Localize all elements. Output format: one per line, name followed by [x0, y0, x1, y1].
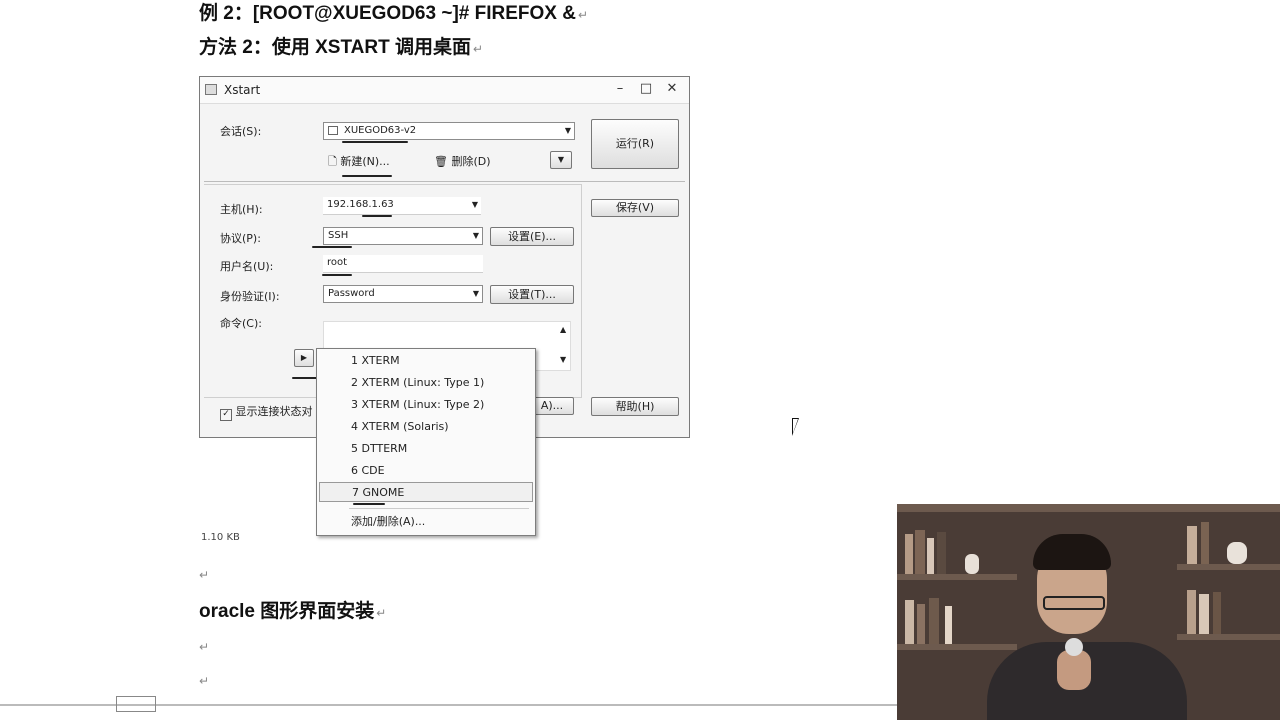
username-value: root — [327, 257, 348, 268]
play-icon: ▶ — [300, 353, 308, 362]
protocol-value: SSH — [328, 230, 349, 241]
menu-item-dtterm[interactable]: 5 DTTERM — [319, 439, 533, 459]
hidden-button-label: A)... — [540, 399, 564, 412]
return-mark: ↵ — [473, 42, 484, 56]
show-status-label: 显示连接状态对 — [235, 405, 313, 418]
menu-separator — [349, 508, 529, 509]
command-dropdown-menu: 1 XTERM 2 XTERM (Linux: Type 1) 3 XTERM … — [316, 348, 536, 536]
annotation-underline — [342, 175, 392, 177]
annotation-underline — [322, 274, 352, 276]
xstart-title: Xstart — [224, 83, 261, 97]
host-value: 192.168.1.63 — [327, 199, 394, 210]
annotation-underline — [342, 141, 408, 143]
annotation-underline — [353, 503, 385, 505]
delete-session-button[interactable]: 🗑 删除(D) — [434, 153, 491, 169]
auth-label: 身份验证(I): — [220, 290, 280, 303]
method-text: 方法 2：使用 XSTART 调用桌面 — [199, 37, 471, 58]
xstart-titlebar: Xstart – □ ✕ — [200, 77, 689, 104]
return-mark: ↵ — [199, 568, 210, 582]
menu-item-xterm[interactable]: 1 XTERM — [319, 351, 533, 371]
glasses-icon — [1043, 596, 1105, 610]
session-label: 会话(S): — [220, 125, 262, 138]
bottom-outline-box — [116, 696, 156, 712]
scroll-down-icon[interactable]: ▼ — [560, 355, 566, 364]
session-menu-button[interactable]: ▼ — [550, 151, 572, 169]
return-mark: ↵ — [199, 674, 210, 688]
annotation-underline — [312, 246, 352, 248]
menu-item-add-remove[interactable]: 添加/删除(A)... — [319, 512, 533, 532]
auth-value: Password — [328, 288, 375, 299]
return-mark: ↵ — [376, 606, 387, 620]
presenter-hair — [1033, 534, 1111, 570]
scroll-up-icon[interactable]: ▲ — [560, 325, 566, 334]
books-left-mid — [905, 596, 1015, 644]
chevron-down-icon: ▼ — [472, 289, 479, 298]
new-session-button[interactable]: 🗋 新建(N)... — [328, 153, 390, 172]
protocol-settings-button[interactable]: 设置(E)... — [490, 227, 574, 246]
save-button[interactable]: 保存(V) — [591, 199, 679, 217]
return-mark: ↵ — [577, 8, 589, 22]
maximize-button[interactable]: □ — [636, 80, 656, 98]
username-label: 用户名(U): — [220, 260, 274, 273]
shelf-left-1 — [897, 574, 1017, 580]
menu-item-xterm-linux-1[interactable]: 2 XTERM (Linux: Type 1) — [319, 373, 533, 393]
menu-item-xterm-solaris[interactable]: 4 XTERM (Solaris) — [319, 417, 533, 437]
shelf-right-2 — [1177, 634, 1280, 640]
chevron-down-icon: ▼ — [471, 200, 478, 209]
example-command-line: 例 2：[ROOT@XUEGOD63 ~]# FIREFOX & ↵ — [199, 0, 588, 25]
xstart-app-icon — [205, 84, 217, 95]
session-select[interactable]: XUEGOD63-v2 ▼ — [323, 122, 575, 140]
menu-item-cde[interactable]: 6 CDE — [319, 461, 533, 481]
session-icon — [328, 126, 338, 135]
command-label: 命令(C): — [220, 317, 262, 330]
delete-session-label: 删除(D) — [451, 155, 491, 168]
protocol-select[interactable]: SSH ▼ — [323, 227, 483, 245]
chevron-down-icon: ▼ — [564, 126, 571, 135]
shelf-left-2 — [897, 644, 1017, 650]
close-button[interactable]: ✕ — [662, 80, 682, 98]
books-right-top — [1187, 518, 1277, 564]
minimize-button[interactable]: – — [610, 80, 630, 98]
host-label: 主机(H): — [220, 203, 263, 216]
new-file-icon: 🗋 — [328, 155, 337, 168]
webcam-video — [897, 504, 1280, 720]
presenter-hand — [1057, 650, 1091, 690]
chevron-down-icon: ▼ — [557, 155, 565, 164]
auth-select[interactable]: Password ▼ — [323, 285, 483, 303]
books-right-mid — [1187, 588, 1277, 634]
shelf-top — [897, 504, 1280, 512]
help-button[interactable]: 帮助(H) — [591, 397, 679, 416]
username-input[interactable]: root — [323, 255, 483, 273]
session-value: XUEGOD63-v2 — [344, 125, 417, 136]
protocol-label: 协议(P): — [220, 232, 261, 245]
annotation-underline — [362, 215, 392, 217]
method-line: 方法 2：使用 XSTART 调用桌面 ↵ — [199, 32, 483, 59]
books-left-top — [905, 526, 1015, 574]
menu-item-xterm-linux-2[interactable]: 3 XTERM (Linux: Type 2) — [319, 395, 533, 415]
trash-icon: 🗑 — [434, 155, 448, 168]
auth-settings-button[interactable]: 设置(T)... — [490, 285, 574, 304]
image-size-caption: 1.10 KB — [201, 532, 240, 540]
example-command-text: 例 2：[ROOT@XUEGOD63 ~]# FIREFOX & — [199, 3, 576, 24]
run-button[interactable]: 运行(R) — [591, 119, 679, 169]
command-menu-button[interactable]: ▶ — [294, 349, 314, 367]
checkbox-checked-icon: ✓ — [220, 409, 232, 421]
new-session-label: 新建(N)... — [340, 155, 390, 168]
chevron-down-icon: ▼ — [472, 231, 479, 240]
microphone-icon — [1065, 638, 1083, 656]
return-mark: ↵ — [199, 640, 210, 654]
hidden-dialog-button[interactable]: A)... — [530, 397, 574, 415]
mouse-cursor-fill — [793, 419, 798, 433]
host-input[interactable]: 192.168.1.63 ▼ — [323, 197, 481, 215]
show-status-checkbox[interactable]: ✓ 显示连接状态对 — [220, 403, 313, 421]
shelf-right-1 — [1177, 564, 1280, 570]
menu-item-gnome[interactable]: 7 GNOME — [319, 482, 533, 502]
oracle-heading: oracle 图形界面安装 ↵ — [199, 596, 386, 623]
oracle-heading-text: oracle 图形界面安装 — [199, 601, 375, 622]
